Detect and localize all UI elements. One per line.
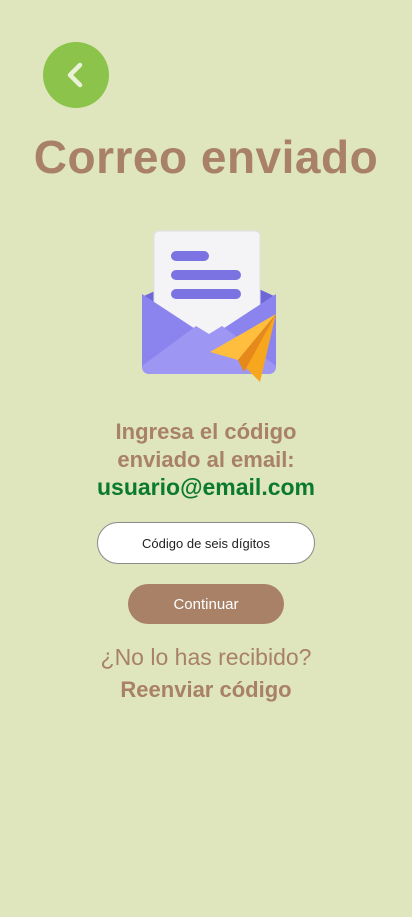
instructions-line-1: Ingresa el código bbox=[115, 419, 297, 444]
back-button[interactable] bbox=[43, 42, 109, 108]
chevron-left-icon bbox=[67, 62, 83, 88]
page-title: Correo enviado bbox=[33, 131, 379, 183]
instructions-text: Ingresa el código enviado al email: bbox=[0, 418, 412, 474]
resend-code-link[interactable]: Reenviar código bbox=[0, 677, 412, 703]
email-address: usuario@email.com bbox=[97, 474, 315, 500]
not-received-text: ¿No lo has recibido? bbox=[100, 644, 312, 670]
code-input[interactable] bbox=[97, 522, 315, 564]
continue-button[interactable]: Continuar bbox=[128, 584, 284, 624]
envelope-paper-plane-icon bbox=[142, 230, 276, 382]
instructions-line-2: enviado al email: bbox=[117, 447, 295, 472]
